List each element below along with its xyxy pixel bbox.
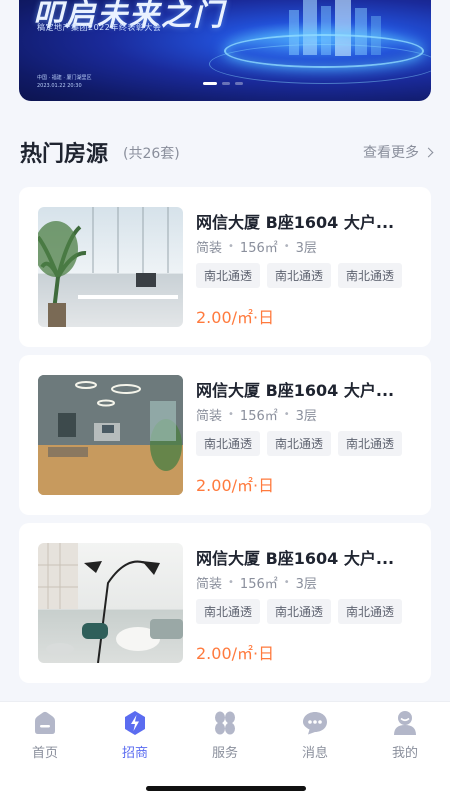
listing-photo bbox=[38, 543, 183, 663]
tab-label: 招商 bbox=[121, 746, 148, 761]
pager-dot[interactable] bbox=[203, 82, 217, 85]
listing-price: 2.00/㎡·日 bbox=[196, 476, 275, 495]
listing-style: 简装 bbox=[196, 577, 223, 592]
lightning-icon bbox=[122, 710, 148, 736]
listing-tag: 南北通透 bbox=[196, 599, 261, 624]
listing-tags: 南北通透 南北通透 南北通透 bbox=[196, 263, 403, 288]
listing-card[interactable]: 网信大厦 B座1604 大户... 简装 • 156㎡ • 3层 南北通透 南北… bbox=[19, 355, 431, 515]
dot-separator: • bbox=[283, 409, 290, 420]
listing-floor: 3层 bbox=[295, 241, 317, 256]
dot-separator: • bbox=[283, 241, 290, 252]
listing-card[interactable]: 网信大厦 B座1604 大户... 简装 • 156㎡ • 3层 南北通透 南北… bbox=[19, 187, 431, 347]
tab-label: 我的 bbox=[391, 746, 418, 761]
listing-tags: 南北通透 南北通透 南北通透 bbox=[196, 599, 403, 624]
listing-title: 网信大厦 B座1604 大户... bbox=[196, 549, 395, 568]
banner-meta: 中国 · 福建 · 厦门湖里区 2023.01.22 20:30 bbox=[37, 74, 92, 90]
listing-style: 简装 bbox=[196, 409, 223, 424]
grid-icon bbox=[212, 710, 238, 736]
tab-services[interactable]: 服务 bbox=[195, 710, 255, 761]
listing-tag: 南北通透 bbox=[267, 263, 332, 288]
tab-messages[interactable]: 消息 bbox=[285, 710, 345, 761]
listing-area: 156㎡ bbox=[239, 577, 278, 592]
listing-price: 2.00/㎡·日 bbox=[196, 308, 275, 327]
user-icon bbox=[392, 710, 418, 736]
tab-label: 服务 bbox=[211, 746, 238, 761]
banner-pager bbox=[203, 82, 243, 85]
view-more-link[interactable]: 查看更多 bbox=[363, 142, 434, 162]
listing-card[interactable]: 网信大厦 B座1604 大户... 简装 • 156㎡ • 3层 南北通透 南北… bbox=[19, 523, 431, 683]
listing-tag: 南北通透 bbox=[338, 431, 403, 456]
listing-count: (共26套) bbox=[123, 146, 180, 162]
tab-label: 消息 bbox=[301, 746, 328, 761]
listing-specs: 简装 • 156㎡ • 3层 bbox=[196, 237, 317, 256]
listing-area: 156㎡ bbox=[239, 409, 278, 424]
pager-dot[interactable] bbox=[235, 82, 243, 85]
home-icon bbox=[32, 710, 58, 736]
listing-photo bbox=[38, 207, 183, 327]
banner-datetime: 2023.01.22 20:30 bbox=[37, 83, 82, 89]
listing-title: 网信大厦 B座1604 大户... bbox=[196, 213, 395, 232]
tab-profile[interactable]: 我的 bbox=[375, 710, 435, 761]
listing-price: 2.00/㎡·日 bbox=[196, 644, 275, 663]
listing-title: 网信大厦 B座1604 大户... bbox=[196, 381, 395, 400]
listing-tags: 南北通透 南北通透 南北通透 bbox=[196, 431, 403, 456]
glow-ring bbox=[224, 34, 424, 68]
chevron-right-icon bbox=[423, 147, 434, 157]
pager-dot[interactable] bbox=[222, 82, 230, 85]
home-indicator[interactable] bbox=[146, 786, 306, 791]
dot-separator: • bbox=[283, 577, 290, 588]
view-more-label: 查看更多 bbox=[363, 145, 419, 161]
tab-home[interactable]: 首页 bbox=[15, 710, 75, 761]
tab-label: 首页 bbox=[31, 746, 58, 761]
dot-separator: • bbox=[228, 577, 234, 588]
section-title: 热门房源 bbox=[20, 142, 109, 167]
listing-tag: 南北通透 bbox=[338, 263, 403, 288]
listing-area: 156㎡ bbox=[239, 241, 278, 256]
banner-subtitle: 稿定地产集团2022年终表彰大会 bbox=[37, 23, 162, 32]
listing-style: 简装 bbox=[196, 241, 223, 256]
listing-specs: 简装 • 156㎡ • 3层 bbox=[196, 573, 317, 592]
listing-tag: 南北通透 bbox=[267, 599, 332, 624]
event-banner[interactable]: 叩启未来之门 稿定地产集团2022年终表彰大会 中国 · 福建 · 厦门湖里区 … bbox=[19, 0, 431, 101]
listing-tag: 南北通透 bbox=[338, 599, 403, 624]
banner-location: 中国 · 福建 · 厦门湖里区 bbox=[37, 75, 92, 81]
listing-tag: 南北通透 bbox=[196, 431, 261, 456]
listing-floor: 3层 bbox=[295, 577, 317, 592]
listing-tag: 南北通透 bbox=[196, 263, 261, 288]
listing-photo bbox=[38, 375, 183, 495]
listing-specs: 简装 • 156㎡ • 3层 bbox=[196, 405, 317, 424]
chat-icon bbox=[302, 710, 328, 736]
dot-separator: • bbox=[228, 409, 234, 420]
dot-separator: • bbox=[228, 241, 234, 252]
listing-tag: 南北通透 bbox=[267, 431, 332, 456]
tab-investment[interactable]: 招商 bbox=[105, 710, 165, 761]
listing-floor: 3层 bbox=[295, 409, 317, 424]
